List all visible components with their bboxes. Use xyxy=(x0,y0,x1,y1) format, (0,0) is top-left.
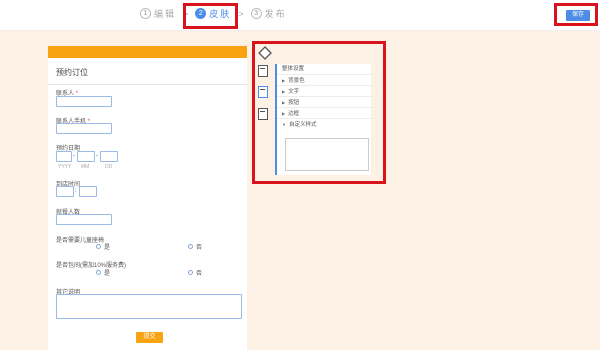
date-hint-day: DD xyxy=(105,164,113,170)
radio-label: 否 xyxy=(196,245,203,251)
radio-circle-icon xyxy=(188,270,193,275)
radio-label: 否 xyxy=(196,271,203,277)
step-label: 发布 xyxy=(264,9,287,19)
step-number: 3 xyxy=(250,8,262,19)
radio-circle-icon xyxy=(188,244,193,249)
chevron-right-icon: > xyxy=(238,8,244,19)
setting-custom-style[interactable]: ▼ 自定义样式 xyxy=(277,119,373,130)
page-icon[interactable] xyxy=(258,65,268,77)
step-label: 编辑 xyxy=(154,9,177,19)
date-hint-month: MM xyxy=(81,164,90,170)
setting-label: 边框 xyxy=(288,111,300,117)
count-input[interactable] xyxy=(56,214,112,225)
settings-header: 整体设置 xyxy=(277,64,373,75)
setting-text[interactable]: ▶ 文字 xyxy=(277,86,373,97)
caret-right-icon: ▶ xyxy=(282,111,286,116)
setting-label: 背景色 xyxy=(288,78,305,84)
page-style-icon[interactable] xyxy=(258,86,268,98)
step-number: 1 xyxy=(140,8,151,19)
submit-button[interactable]: 提交 xyxy=(136,332,163,343)
setting-label: 按钮 xyxy=(288,100,300,106)
caret-right-icon: ▶ xyxy=(282,100,286,105)
setting-button[interactable]: ▶ 按钮 xyxy=(277,97,373,108)
form-title: 预约订位 xyxy=(48,58,247,85)
date-separator: - xyxy=(73,153,75,159)
component-icon[interactable] xyxy=(258,108,268,120)
radio-label: 是 xyxy=(104,271,111,277)
date-year-input[interactable] xyxy=(56,151,72,162)
setting-label: 文字 xyxy=(288,89,300,95)
form-header-bar xyxy=(48,46,247,58)
radio-child-seat-no[interactable]: 否 xyxy=(188,242,202,251)
setting-border[interactable]: ▶ 边框 xyxy=(277,108,373,119)
caret-right-icon: ▶ xyxy=(282,89,286,94)
custom-style-textarea[interactable] xyxy=(285,138,369,171)
style-settings-panel: 整体设置 ▶ 背景色 ▶ 文字 ▶ 按钮 ▶ 边框 ▼ 自定义样式 xyxy=(275,64,373,175)
form-preview: 预约订位 联系人 * 联系人手机 * 预约日期 - - YYYY MM DD 到… xyxy=(48,46,247,350)
name-input[interactable] xyxy=(56,96,112,107)
date-month-input[interactable] xyxy=(77,151,95,162)
date-day-input[interactable] xyxy=(100,151,118,162)
radio-circle-icon xyxy=(96,244,101,249)
highlight-step-skin xyxy=(183,3,238,29)
caret-down-icon: ▼ xyxy=(282,122,286,127)
phone-input[interactable] xyxy=(56,123,112,134)
radio-circle-icon xyxy=(96,270,101,275)
radio-label: 是 xyxy=(104,245,111,251)
time-hour-select[interactable] xyxy=(56,186,74,197)
field-label-private-room: 是否包间(需加10%服务费) xyxy=(56,263,127,269)
caret-right-icon: ▶ xyxy=(282,78,286,83)
step-publish[interactable]: 3 发布 xyxy=(250,7,287,20)
setting-label: 自定义样式 xyxy=(288,122,317,128)
radio-child-seat-yes[interactable]: 是 xyxy=(96,242,110,251)
top-bar: 1 编辑 > 2 皮肤 > 3 发布 保存 xyxy=(0,0,600,31)
highlight-save-button xyxy=(554,3,598,26)
radio-private-room-yes[interactable]: 是 xyxy=(96,268,110,277)
setting-background-color[interactable]: ▶ 背景色 xyxy=(277,75,373,86)
date-separator: - xyxy=(96,153,98,159)
time-minute-select[interactable] xyxy=(79,186,97,197)
date-hint-year: YYYY xyxy=(58,164,72,170)
step-edit[interactable]: 1 编辑 xyxy=(140,7,176,20)
diamond-icon[interactable] xyxy=(258,46,272,60)
other-textarea[interactable] xyxy=(56,294,242,319)
radio-private-room-no[interactable]: 否 xyxy=(188,268,202,277)
time-separator: : xyxy=(75,188,77,194)
